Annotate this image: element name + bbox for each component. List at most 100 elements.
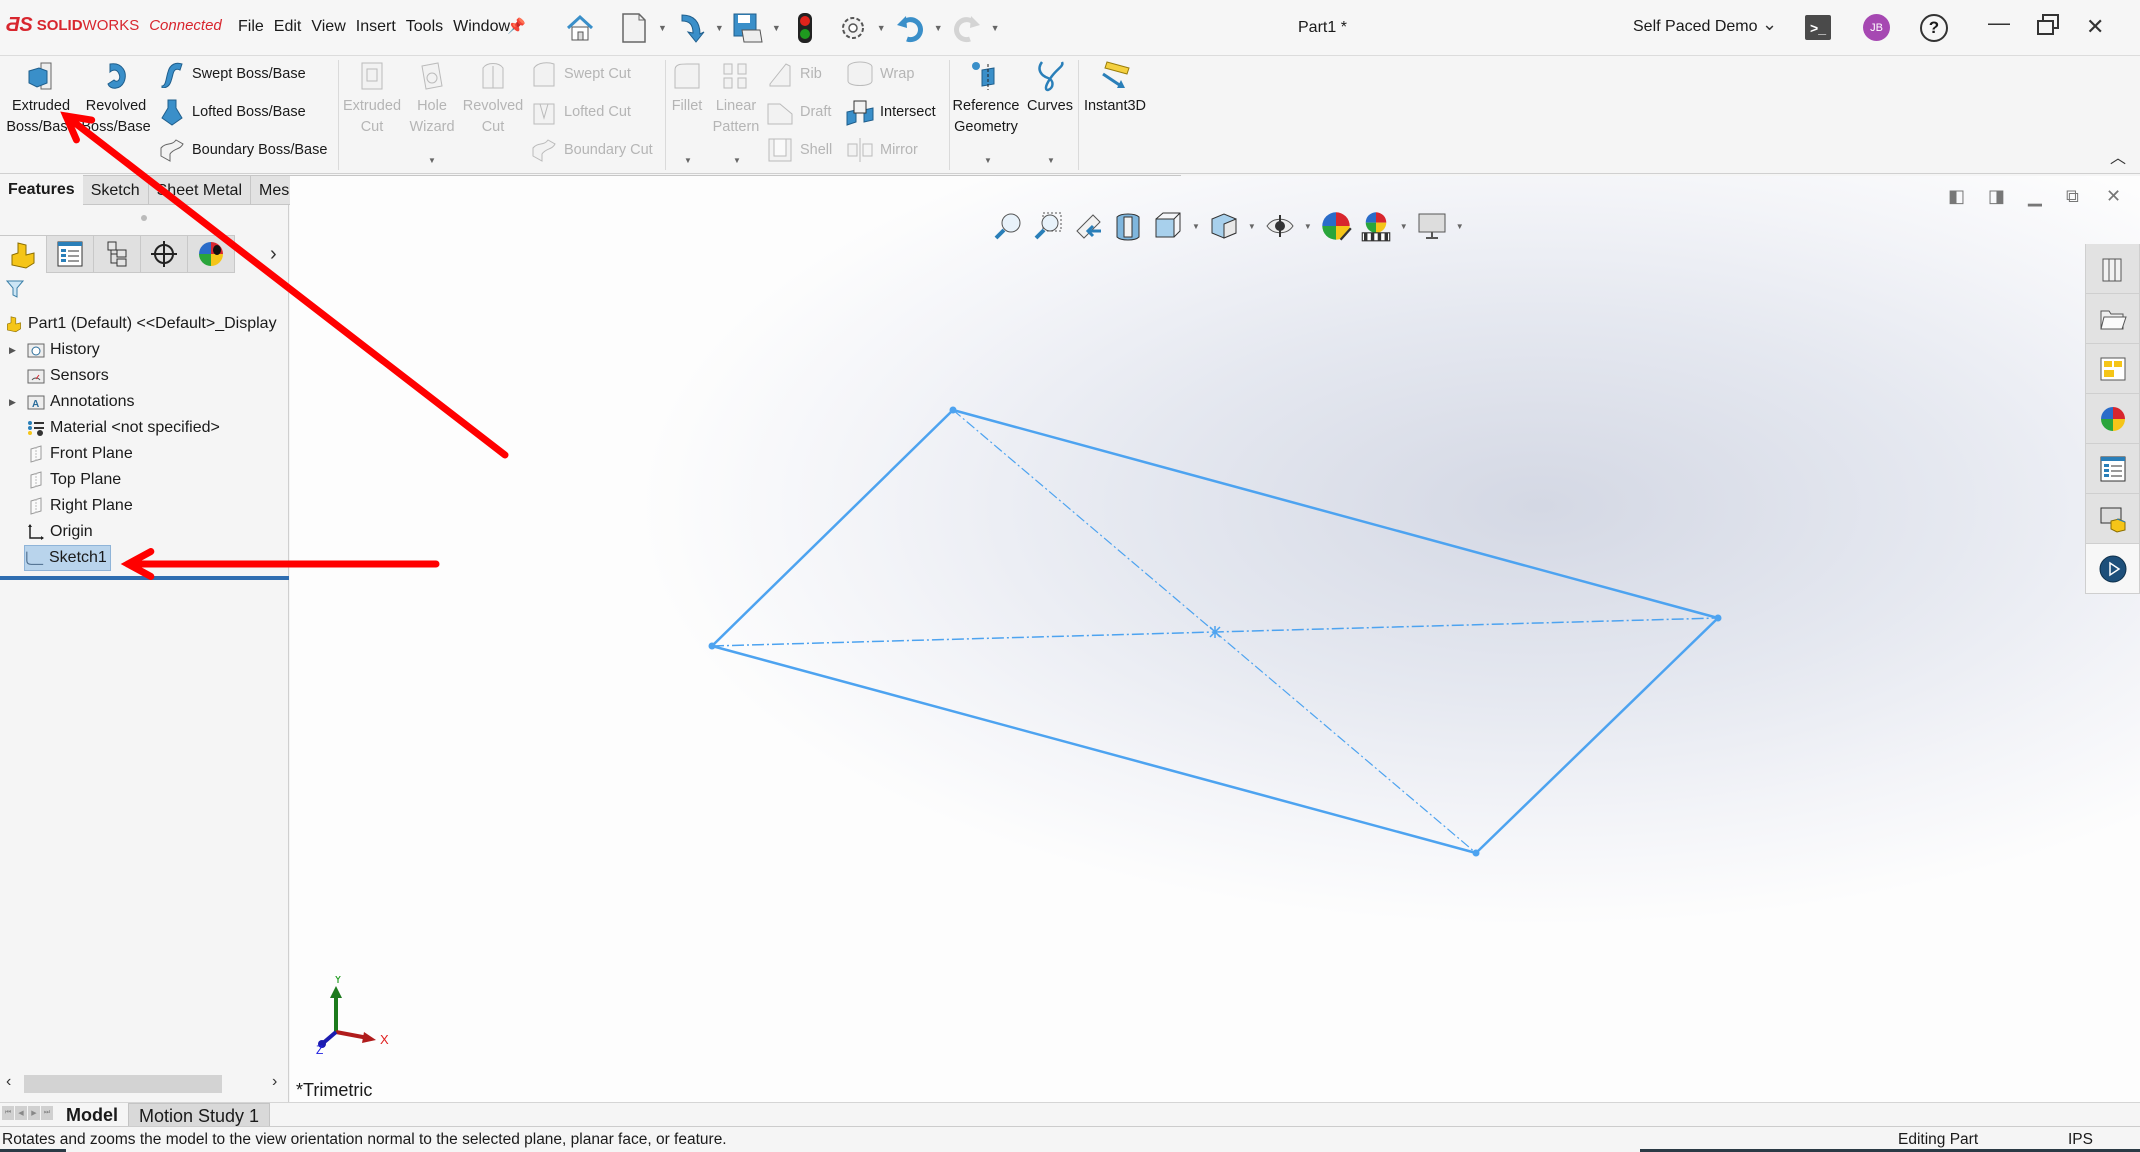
new-dropdown-caret[interactable]: ▼ bbox=[658, 23, 667, 33]
rib-button[interactable]: Rib bbox=[766, 60, 822, 88]
configuration-manager-tab[interactable] bbox=[94, 235, 141, 273]
boundary-boss-base-button[interactable]: Boundary Boss/Base bbox=[158, 136, 327, 164]
profile-chevron-down-icon[interactable]: ⌄ bbox=[1762, 14, 1777, 35]
tab-sheet-metal[interactable]: Sheet Metal bbox=[148, 175, 252, 205]
sketch-point-right[interactable] bbox=[1714, 614, 1722, 622]
pattern-dropdown-caret[interactable]: ▼ bbox=[733, 156, 741, 165]
home-icon[interactable] bbox=[562, 10, 598, 46]
lofted-cut-button[interactable]: Lofted Cut bbox=[530, 98, 631, 126]
tree-item-origin[interactable]: Origin bbox=[26, 519, 93, 545]
undo-dropdown-caret[interactable]: ▼ bbox=[934, 23, 943, 33]
hole-wizard-button[interactable]: Hole Wizard bbox=[404, 60, 460, 138]
extruded-cut-button[interactable]: Extruded Cut bbox=[340, 60, 404, 138]
expand-arrow-icon[interactable]: ▶ bbox=[9, 397, 16, 408]
pin-menu-icon[interactable]: 📌 bbox=[507, 17, 526, 35]
undo-icon[interactable] bbox=[892, 10, 928, 46]
new-document-icon[interactable] bbox=[616, 10, 652, 46]
close-window-icon[interactable]: ✕ bbox=[2086, 14, 2104, 40]
curves-dropdown-caret[interactable]: ▼ bbox=[1047, 156, 1055, 165]
user-avatar[interactable]: JB bbox=[1863, 14, 1890, 41]
restore-icon[interactable] bbox=[2036, 14, 2060, 42]
sketch-point-bottom[interactable] bbox=[1472, 849, 1480, 857]
sketch-point-left[interactable] bbox=[708, 642, 716, 650]
solidworks-forum-icon[interactable] bbox=[2085, 494, 2140, 544]
prev-tab-icon[interactable]: ◀ bbox=[15, 1106, 27, 1120]
tab-model[interactable]: Model bbox=[56, 1103, 128, 1127]
redo-dropdown-caret[interactable]: ▼ bbox=[991, 23, 1000, 33]
menu-tools[interactable]: Tools bbox=[406, 18, 443, 36]
boundary-cut-button[interactable]: Boundary Cut bbox=[530, 136, 653, 164]
tab-sketch[interactable]: Sketch bbox=[82, 175, 149, 205]
solidworks-resources-icon[interactable] bbox=[2085, 244, 2140, 294]
command-prompt-icon[interactable]: >_ bbox=[1805, 15, 1831, 40]
options-gear-icon[interactable] bbox=[835, 10, 871, 46]
horizontal-scrollbar[interactable]: ‹ › bbox=[0, 1073, 289, 1093]
tree-item-annotations[interactable]: ▶ A Annotations bbox=[9, 389, 135, 415]
design-library-folder-icon[interactable] bbox=[2085, 294, 2140, 344]
sketch-line-top-right[interactable] bbox=[952, 408, 1719, 620]
menu-view[interactable]: View bbox=[311, 18, 345, 36]
tree-item-right-plane[interactable]: Right Plane bbox=[26, 493, 133, 519]
scroll-right-icon[interactable]: › bbox=[272, 1073, 277, 1091]
shell-button[interactable]: Shell bbox=[766, 136, 832, 164]
scroll-left-icon[interactable]: ‹ bbox=[6, 1073, 11, 1091]
sketch-point-top[interactable] bbox=[949, 406, 957, 414]
menu-file[interactable]: File bbox=[238, 18, 264, 36]
last-tab-icon[interactable]: ⏭ bbox=[41, 1106, 53, 1120]
display-manager-tab[interactable] bbox=[188, 235, 235, 273]
expand-arrow-icon[interactable]: ▶ bbox=[9, 345, 16, 356]
sketch-line-right-bottom[interactable] bbox=[1475, 617, 1719, 854]
more-tabs-chevron-right-icon[interactable]: › bbox=[270, 243, 277, 266]
menu-insert[interactable]: Insert bbox=[356, 18, 396, 36]
panel-grip-handle[interactable] bbox=[141, 215, 147, 221]
menu-edit[interactable]: Edit bbox=[274, 18, 302, 36]
property-manager-tab[interactable] bbox=[47, 235, 94, 273]
open-dropdown-caret[interactable]: ▼ bbox=[715, 23, 724, 33]
dimxpert-manager-tab[interactable] bbox=[141, 235, 188, 273]
menu-window[interactable]: Window bbox=[453, 18, 510, 36]
help-icon[interactable]: ? bbox=[1920, 14, 1948, 42]
first-tab-icon[interactable]: ⏮ bbox=[2, 1106, 14, 1120]
filter-icon[interactable] bbox=[5, 279, 25, 304]
rollback-bar[interactable] bbox=[0, 576, 289, 580]
graphics-area[interactable]: ▼ ▼ ▼ ▼ ▼ ◧ ◨ ▁ ⧉ ✕ Y X Z *Trimetric bbox=[290, 176, 2140, 1102]
redo-icon[interactable] bbox=[949, 10, 985, 46]
hole-wizard-dropdown-caret[interactable]: ▼ bbox=[428, 156, 436, 165]
sketch-line-left-top[interactable] bbox=[711, 409, 954, 647]
tree-item-material-not-specified[interactable]: Material <not specified> bbox=[26, 415, 220, 441]
tree-item-history[interactable]: ▶ History bbox=[9, 337, 100, 363]
instant3d-button[interactable]: Instant3D bbox=[1080, 60, 1150, 117]
fillet-button[interactable]: Fillet bbox=[666, 60, 708, 117]
save-icon[interactable] bbox=[730, 10, 766, 46]
open-icon[interactable] bbox=[673, 10, 709, 46]
tree-item-top-plane[interactable]: Top Plane bbox=[26, 467, 121, 493]
rebuild-icon[interactable] bbox=[787, 10, 823, 46]
options-dropdown-caret[interactable]: ▼ bbox=[877, 23, 886, 33]
appearances-scenes-icon[interactable] bbox=[2085, 394, 2140, 444]
revolved-cut-button[interactable]: Revolved Cut bbox=[460, 60, 526, 138]
profile-name[interactable]: Self Paced Demo bbox=[1633, 18, 1758, 36]
tree-item-sensors[interactable]: Sensors bbox=[26, 363, 109, 389]
lofted-boss-base-button[interactable]: Lofted Boss/Base bbox=[158, 98, 306, 126]
swept-cut-button[interactable]: Swept Cut bbox=[530, 60, 631, 88]
custom-properties-icon[interactable] bbox=[2085, 444, 2140, 494]
minimize-icon[interactable]: — bbox=[1988, 10, 2010, 36]
extruded-boss-base-button[interactable]: Extruded Boss/Base bbox=[6, 60, 76, 138]
tree-item-sketch1[interactable]: Sketch1 bbox=[24, 545, 111, 571]
collapse-ribbon-chevron-up-icon[interactable]: ︿ bbox=[2110, 144, 2126, 168]
curves-button[interactable]: Curves bbox=[1024, 60, 1076, 117]
featuremanager-tree-tab[interactable] bbox=[0, 235, 47, 273]
tab-features[interactable]: Features bbox=[0, 175, 83, 205]
tab-motion-study-1[interactable]: Motion Study 1 bbox=[128, 1103, 271, 1127]
fillet-dropdown-caret[interactable]: ▼ bbox=[684, 156, 692, 165]
mirror-button[interactable]: Mirror bbox=[846, 136, 918, 164]
tree-root-part[interactable]: Part1 (Default) <<Default>_Display bbox=[4, 311, 277, 337]
tree-item-front-plane[interactable]: Front Plane bbox=[26, 441, 133, 467]
revolved-boss-base-button[interactable]: Revolved Boss/Base bbox=[80, 60, 152, 138]
sketch-line-bottom-left[interactable] bbox=[711, 644, 1477, 855]
units-indicator[interactable]: IPS bbox=[2068, 1131, 2093, 1149]
next-tab-icon[interactable]: ▶ bbox=[28, 1106, 40, 1120]
linear-pattern-button[interactable]: Linear Pattern bbox=[710, 60, 762, 138]
3dexperience-compass-icon[interactable] bbox=[2085, 544, 2140, 594]
swept-boss-base-button[interactable]: Swept Boss/Base bbox=[158, 60, 306, 88]
